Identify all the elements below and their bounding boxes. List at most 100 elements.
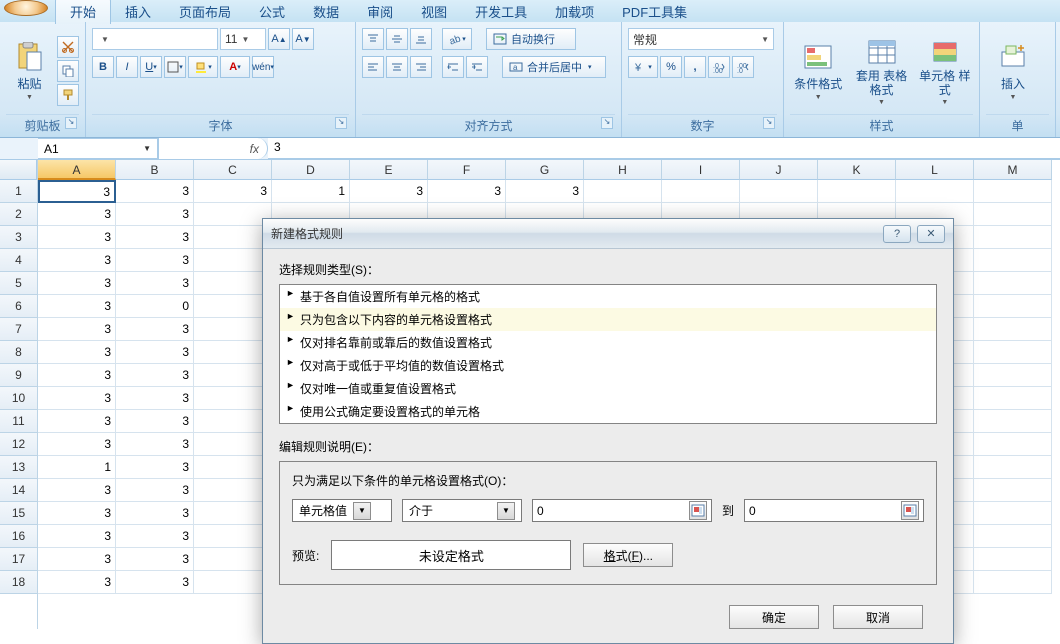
- cell[interactable]: [194, 318, 272, 341]
- cell[interactable]: [194, 456, 272, 479]
- cell[interactable]: 3: [38, 502, 116, 525]
- cell[interactable]: 3: [38, 387, 116, 410]
- accounting-format-button[interactable]: ¥▾: [628, 56, 658, 78]
- cell[interactable]: [974, 249, 1052, 272]
- ok-button[interactable]: 确定: [729, 605, 819, 629]
- cell[interactable]: [974, 387, 1052, 410]
- grow-font-button[interactable]: A▲: [268, 28, 290, 50]
- format-button[interactable]: 格式(F)...: [583, 543, 673, 567]
- cell[interactable]: [194, 226, 272, 249]
- value1-input[interactable]: [532, 499, 712, 522]
- name-box[interactable]: A1▼: [38, 138, 158, 159]
- cancel-button[interactable]: 取消: [833, 605, 923, 629]
- cell[interactable]: 3: [38, 318, 116, 341]
- cell[interactable]: 3: [38, 479, 116, 502]
- cell[interactable]: 3: [116, 226, 194, 249]
- cell[interactable]: 3: [38, 295, 116, 318]
- align-center-button[interactable]: [386, 56, 408, 78]
- format-painter-button[interactable]: [57, 84, 79, 106]
- cell[interactable]: [194, 525, 272, 548]
- row-header[interactable]: 8: [0, 341, 37, 364]
- tab-插入[interactable]: 插入: [111, 0, 165, 24]
- cell[interactable]: [974, 548, 1052, 571]
- operator-combo[interactable]: 介于▼: [402, 499, 522, 522]
- row-header[interactable]: 15: [0, 502, 37, 525]
- cell[interactable]: 0: [116, 295, 194, 318]
- col-header[interactable]: D: [272, 160, 350, 180]
- merge-center-button[interactable]: a合并后居中▾: [502, 56, 606, 78]
- cell[interactable]: 3: [38, 364, 116, 387]
- rule-item[interactable]: 使用公式确定要设置格式的单元格: [280, 400, 936, 423]
- font-launcher[interactable]: ↘: [335, 117, 347, 129]
- font-name-combo[interactable]: ▼: [92, 28, 218, 50]
- row-header[interactable]: 14: [0, 479, 37, 502]
- font-color-button[interactable]: A▾: [220, 56, 250, 78]
- cell[interactable]: 3: [38, 249, 116, 272]
- col-header[interactable]: K: [818, 160, 896, 180]
- col-header[interactable]: C: [194, 160, 272, 180]
- cell[interactable]: [974, 272, 1052, 295]
- row-header[interactable]: 4: [0, 249, 37, 272]
- tab-开始[interactable]: 开始: [55, 0, 111, 24]
- cell[interactable]: [974, 203, 1052, 226]
- increase-decimal-button[interactable]: .0.00: [708, 56, 730, 78]
- cell[interactable]: 3: [38, 525, 116, 548]
- col-header[interactable]: E: [350, 160, 428, 180]
- cell[interactable]: [974, 364, 1052, 387]
- cell[interactable]: [194, 433, 272, 456]
- row-header[interactable]: 7: [0, 318, 37, 341]
- cell[interactable]: 3: [116, 249, 194, 272]
- row-header[interactable]: 9: [0, 364, 37, 387]
- row-header[interactable]: 6: [0, 295, 37, 318]
- cell[interactable]: [194, 341, 272, 364]
- clipboard-launcher[interactable]: ↘: [65, 117, 77, 129]
- cell[interactable]: [194, 387, 272, 410]
- cell-styles-button[interactable]: 单元格 样式▼: [917, 34, 973, 108]
- format-as-table-button[interactable]: 套用 表格格式▼: [850, 34, 912, 108]
- orientation-button[interactable]: ab▾: [442, 28, 472, 50]
- alignment-launcher[interactable]: ↘: [601, 117, 613, 129]
- cell[interactable]: 3: [116, 364, 194, 387]
- cell[interactable]: [974, 456, 1052, 479]
- cell[interactable]: [194, 479, 272, 502]
- conditional-format-button[interactable]: 条件格式▼: [790, 34, 846, 108]
- cell[interactable]: [194, 203, 272, 226]
- tab-数据[interactable]: 数据: [299, 0, 353, 24]
- decrease-decimal-button[interactable]: .00.0: [732, 56, 754, 78]
- align-left-button[interactable]: [362, 56, 384, 78]
- fx-button[interactable]: fx: [158, 138, 268, 159]
- cell[interactable]: [974, 295, 1052, 318]
- cell[interactable]: 3: [38, 548, 116, 571]
- cell[interactable]: [194, 502, 272, 525]
- cell[interactable]: 3: [116, 341, 194, 364]
- cell[interactable]: [974, 410, 1052, 433]
- cell[interactable]: 3: [38, 341, 116, 364]
- office-button[interactable]: [4, 0, 48, 16]
- cell[interactable]: 3: [38, 571, 116, 594]
- value2-ref-button[interactable]: [901, 501, 919, 520]
- cell[interactable]: [194, 295, 272, 318]
- rule-item[interactable]: 仅对排名靠前或靠后的数值设置格式: [280, 331, 936, 354]
- cell[interactable]: 3: [194, 180, 272, 203]
- col-header[interactable]: I: [662, 160, 740, 180]
- row-header[interactable]: 11: [0, 410, 37, 433]
- row-header[interactable]: 3: [0, 226, 37, 249]
- row-header[interactable]: 13: [0, 456, 37, 479]
- underline-button[interactable]: U▾: [140, 56, 162, 78]
- cell[interactable]: 3: [116, 525, 194, 548]
- cell[interactable]: 3: [116, 387, 194, 410]
- cell[interactable]: 3: [38, 226, 116, 249]
- cell[interactable]: [662, 180, 740, 203]
- cell[interactable]: 3: [350, 180, 428, 203]
- row-header[interactable]: 16: [0, 525, 37, 548]
- rule-type-list[interactable]: 基于各自值设置所有单元格的格式只为包含以下内容的单元格设置格式仅对排名靠前或靠后…: [279, 284, 937, 424]
- cell[interactable]: [974, 226, 1052, 249]
- cell[interactable]: 3: [116, 318, 194, 341]
- cell[interactable]: [818, 180, 896, 203]
- row-header[interactable]: 5: [0, 272, 37, 295]
- tab-审阅[interactable]: 审阅: [353, 0, 407, 24]
- rule-item[interactable]: 仅对高于或低于平均值的数值设置格式: [280, 354, 936, 377]
- cell[interactable]: 3: [116, 479, 194, 502]
- select-all-corner[interactable]: [0, 160, 37, 180]
- cell[interactable]: 3: [116, 456, 194, 479]
